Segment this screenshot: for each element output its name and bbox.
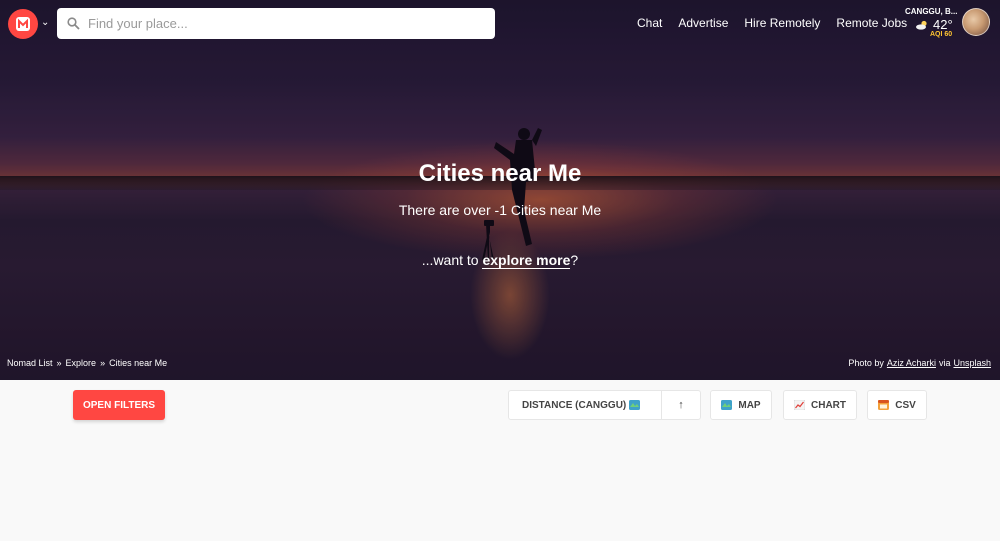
photo-credit: Photo by Aziz Acharki via Unsplash <box>848 358 991 368</box>
map-icon <box>721 400 733 410</box>
hero-overlay <box>0 0 1000 380</box>
open-filters-button[interactable]: OPEN FILTERS <box>73 390 165 420</box>
nav-hire-remotely[interactable]: Hire Remotely <box>744 16 820 30</box>
search-bar[interactable] <box>57 8 495 39</box>
credit-author-link[interactable]: Aziz Acharki <box>887 358 936 368</box>
breadcrumb-explore[interactable]: Explore <box>66 358 97 368</box>
map-icon <box>629 400 641 410</box>
sort-label: DISTANCE (CANGGU) <box>522 399 627 411</box>
nav-chat[interactable]: Chat <box>637 16 662 30</box>
page-subtitle: There are over -1 Cities near Me <box>398 202 602 218</box>
top-nav: Chat Advertise Hire Remotely Remote Jobs <box>637 16 907 30</box>
chart-icon <box>794 400 805 410</box>
menu-chevron-down-icon[interactable]: ⌄ <box>41 17 49 28</box>
search-icon <box>67 17 80 30</box>
breadcrumb-separator: » <box>100 358 106 368</box>
hero-banner <box>0 0 1000 380</box>
calendar-icon <box>878 400 890 410</box>
chart-button[interactable]: CHART <box>783 390 857 420</box>
credit-via: via <box>938 358 951 368</box>
map-button[interactable]: MAP <box>710 390 772 420</box>
chart-label: CHART <box>811 399 846 411</box>
logo-icon <box>16 17 30 31</box>
sort-control: DISTANCE (CANGGU) ↑ <box>508 390 701 420</box>
sort-direction-button[interactable]: ↑ <box>662 391 700 419</box>
sort-select[interactable]: DISTANCE (CANGGU) <box>509 391 662 419</box>
explore-suffix: ? <box>570 252 579 268</box>
explore-prompt: ...want to explore more? <box>0 252 1000 269</box>
user-avatar[interactable] <box>962 8 990 36</box>
breadcrumb: Nomad List » Explore » Cities near Me <box>7 358 167 368</box>
breadcrumb-nomad-list[interactable]: Nomad List <box>7 358 53 368</box>
search-input[interactable] <box>88 16 468 31</box>
breadcrumb-separator: » <box>56 358 62 368</box>
weather-widget[interactable]: CANGGU, B... 42° AQI 60 <box>905 7 959 38</box>
explore-more-link[interactable]: explore more <box>482 252 571 269</box>
credit-source-link[interactable]: Unsplash <box>953 358 991 368</box>
weather-city: CANGGU, B... <box>905 7 958 16</box>
nav-remote-jobs[interactable]: Remote Jobs <box>836 16 907 30</box>
page-title: Cities near Me <box>418 160 582 187</box>
nomadlist-logo[interactable] <box>8 9 38 39</box>
breadcrumb-current[interactable]: Cities near Me <box>109 358 167 368</box>
csv-label: CSV <box>895 399 916 411</box>
partly-cloudy-icon <box>916 20 927 30</box>
weather-temp: 42° <box>933 17 953 32</box>
nav-advertise[interactable]: Advertise <box>678 16 728 30</box>
map-label: MAP <box>738 399 761 411</box>
csv-button[interactable]: CSV <box>867 390 927 420</box>
explore-prefix: ...want to <box>421 252 483 268</box>
aqi-badge: AQI 60 <box>930 31 953 38</box>
credit-prefix: Photo by <box>848 358 884 368</box>
